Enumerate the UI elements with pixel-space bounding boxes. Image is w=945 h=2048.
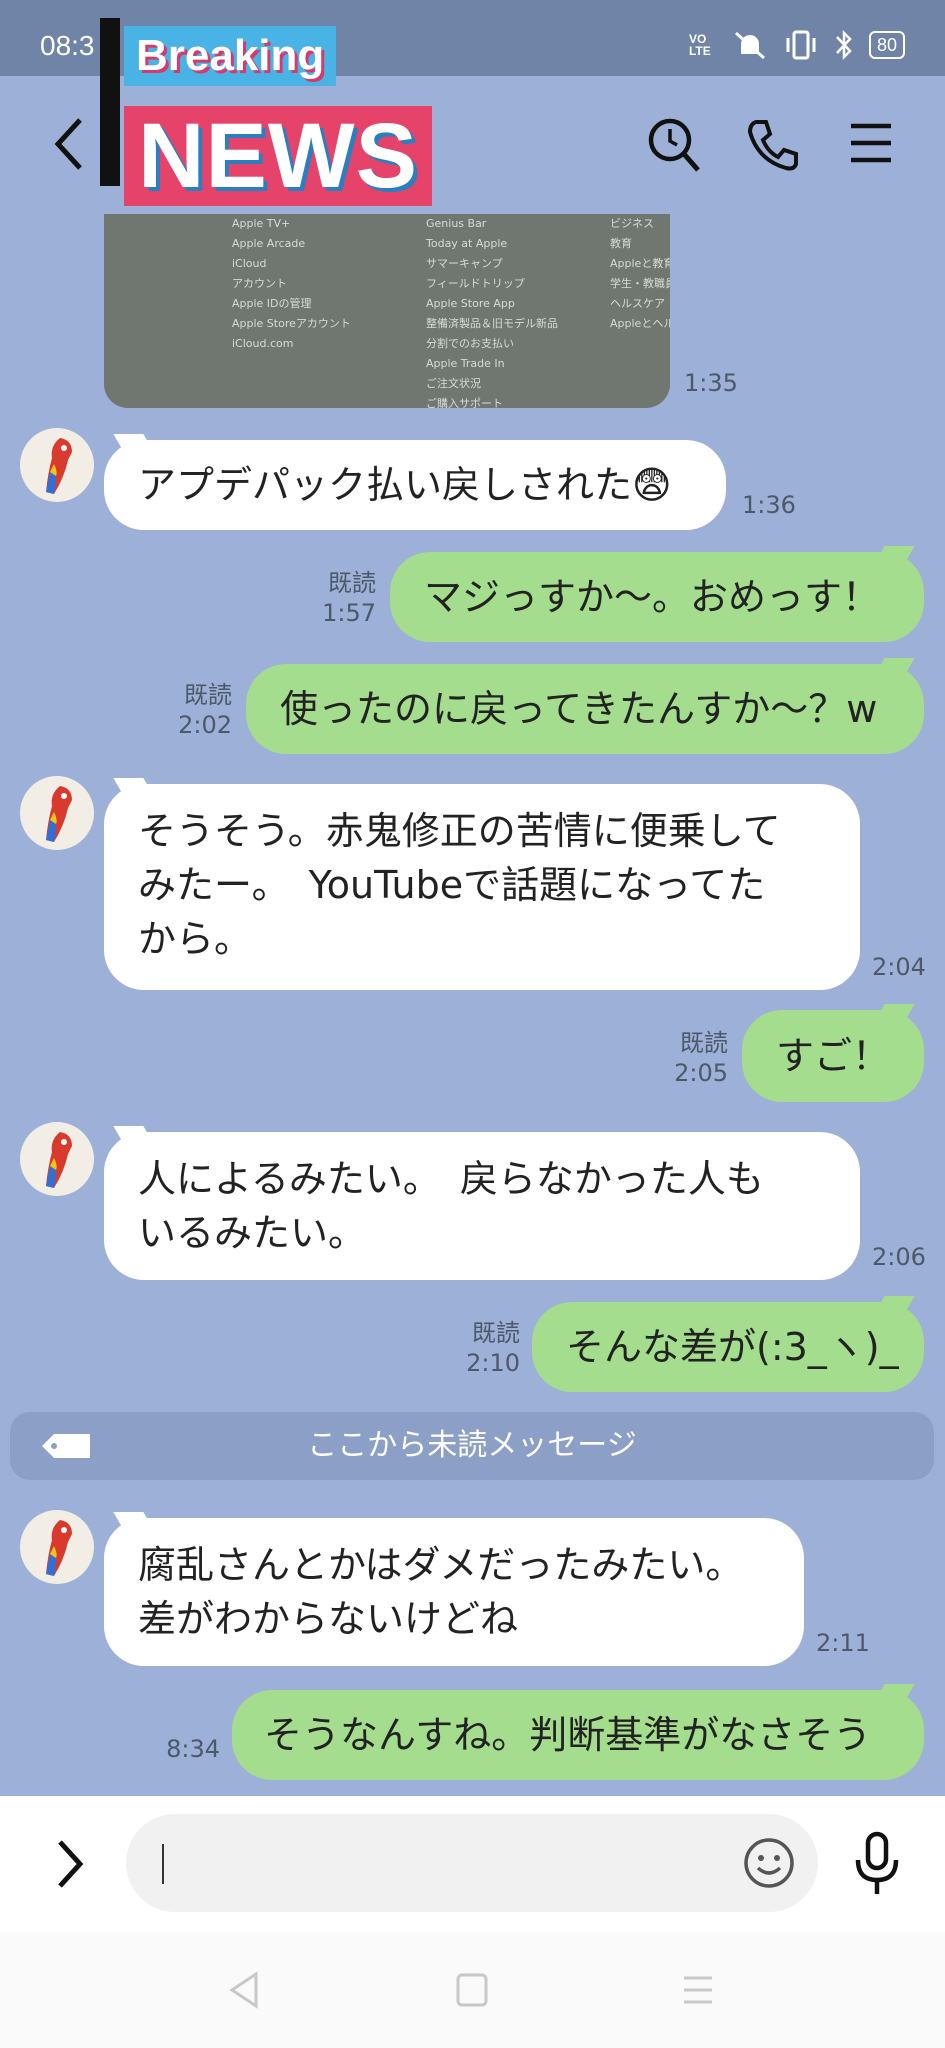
parrot-avatar-icon [46, 1132, 72, 1188]
message-bubble[interactable]: そんな差が(:3_ヽ)_ [532, 1296, 924, 1392]
message-text: 腐乱さんとかはダメだったみたい。 差がわからないけどね [138, 1543, 744, 1641]
parrot-avatar-icon [46, 438, 72, 494]
volte-icon: VO LTE [688, 32, 711, 58]
read-receipt: 既読 [472, 1319, 520, 1347]
avatar[interactable] [20, 428, 94, 502]
message-time: 2:10 [466, 1349, 520, 1377]
battery-indicator: 80 [868, 31, 905, 59]
expand-icon[interactable] [52, 1836, 88, 1892]
message-bubble[interactable]: アプデパック払い戻しされた😨 [104, 434, 726, 530]
emoji-icon[interactable] [742, 1836, 796, 1890]
message-bubble[interactable]: 人によるみたい。 戻らなかった人も いるみたい。 [104, 1126, 860, 1280]
message-text: そうなんすね。判断基準がなさそう [264, 1713, 872, 1757]
avatar[interactable] [20, 1510, 94, 1584]
read-receipt: 既読 [328, 569, 376, 597]
message-bubble[interactable]: 腐乱さんとかはダメだったみたい。 差がわからないけどね [104, 1512, 804, 1666]
message-time: 1:57 [322, 599, 376, 627]
avatar[interactable] [20, 1122, 94, 1196]
menu-icon[interactable] [848, 120, 894, 166]
message-bubble[interactable]: 使ったのに戻ってきたんすか〜？w [246, 658, 924, 754]
nav-recents-icon[interactable] [680, 1972, 716, 2008]
message-time: 2:06 [872, 1243, 926, 1271]
status-time: 08:3 [40, 30, 95, 61]
nav-home-icon[interactable] [454, 1970, 490, 2010]
photo-col-1: Apple TV+ Apple Arcade iCloud アカウント Apple I… [232, 217, 351, 350]
vibrate-icon [786, 30, 816, 60]
message-text: 使ったのに戻ってきたんすか〜？w [280, 687, 878, 731]
message-text: マジっすか〜。おめっす！ [424, 575, 881, 619]
system-navbar [0, 1932, 945, 2048]
message-bubble[interactable]: そうそう。赤鬼修正の苦情に便乗して みたー。 YouTubeで話題になってた か… [104, 778, 860, 990]
message-time: 2:04 [872, 953, 926, 981]
breaking-label: Breaking [124, 26, 337, 86]
message-time: 2:11 [816, 1629, 870, 1657]
nav-back-icon[interactable] [226, 1970, 262, 2010]
message-text: アプデパック払い戻しされた😨 [138, 463, 672, 507]
message-text: そんな差が(:3_ヽ)_ [566, 1325, 899, 1369]
message-text: そうそう。赤鬼修正の苦情に便乗して みたー。 YouTubeで話題になってた か… [138, 809, 781, 961]
photo-message[interactable]: Apple TV+ Apple Arcade iCloud アカウント Apple I… [104, 214, 670, 408]
back-icon[interactable] [50, 114, 90, 174]
message-time: 2:02 [178, 711, 232, 739]
message-text: 人によるみたい。 戻らなかった人も いるみたい。 [138, 1157, 764, 1255]
message-text: すご！ [776, 1034, 891, 1078]
text-caret [162, 1844, 164, 1884]
message-time: 8:34 [166, 1735, 220, 1763]
message-time: 1:35 [684, 369, 738, 397]
message-input[interactable] [126, 1814, 818, 1912]
input-bar [0, 1796, 945, 1932]
news-label: NEWS [124, 106, 432, 206]
message-time: 1:36 [742, 491, 796, 519]
search-icon[interactable] [646, 114, 702, 176]
message-bubble[interactable]: マジっすか〜。おめっす！ [390, 546, 924, 642]
parrot-avatar-icon [46, 1520, 72, 1576]
read-receipt: 既読 [680, 1029, 728, 1057]
unread-label: ここから未読メッセージ [307, 1428, 637, 1463]
mute-vibrate-icon [734, 31, 765, 60]
sticker-bar [100, 18, 120, 186]
parrot-avatar-icon [46, 786, 72, 842]
message-time: 2:05 [674, 1059, 728, 1087]
phone-icon[interactable] [744, 116, 800, 172]
avatar[interactable] [20, 776, 94, 850]
read-receipt: 既読 [184, 681, 232, 709]
message-bubble[interactable]: そうなんすね。判断基準がなさそう [232, 1684, 924, 1780]
unread-divider: ここから未読メッセージ [10, 1412, 934, 1480]
photo-col-3: ビジネス教育Appleと教育 学生・教職員ヘルスケアAppleとヘルス [610, 217, 670, 330]
photo-col-2: Genius Bar Today at Apple サマーキャンプ フィールドトリップ… [426, 217, 558, 408]
message-bubble[interactable]: すご！ [742, 1004, 924, 1102]
chat-area[interactable]: Apple TV+ Apple Arcade iCloud アカウント Apple I… [0, 214, 945, 1796]
status-icons: VO LTE 80 [689, 28, 905, 62]
microphone-icon[interactable] [852, 1830, 902, 1898]
bluetooth-icon [836, 29, 852, 61]
